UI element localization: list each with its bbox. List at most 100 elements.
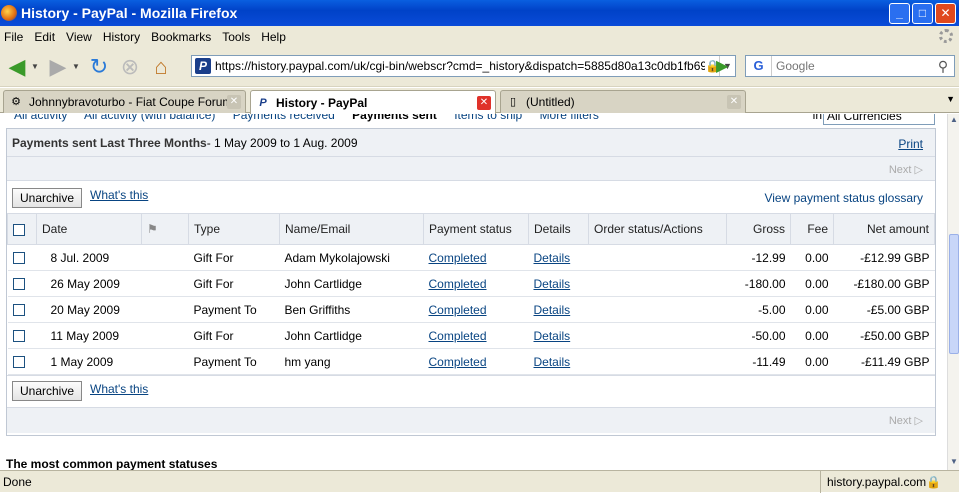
subnav-all-activity[interactable]: All activity <box>14 114 67 122</box>
row-type: Payment To <box>188 296 280 323</box>
minimize-button[interactable]: _ <box>889 2 910 24</box>
close-tab-icon[interactable]: ✕ <box>227 95 241 109</box>
col-name-email[interactable]: Name/Email <box>279 213 424 245</box>
row-flag <box>141 244 189 271</box>
whats-this-link-top[interactable]: What's this <box>90 188 148 202</box>
url-text[interactable]: https://history.paypal.com/uk/cgi-bin/we… <box>215 59 705 73</box>
row-order-status <box>588 348 727 375</box>
menu-file[interactable]: File <box>0 30 30 44</box>
activity-subnav: All activity All activity (with balance)… <box>14 114 613 122</box>
menu-view[interactable]: View <box>62 30 99 44</box>
menu-help[interactable]: Help <box>257 30 293 44</box>
tab-history-paypal[interactable]: P History - PayPal ✕ <box>250 90 496 114</box>
next-page-link-bottom[interactable]: Next ▷ <box>889 414 923 427</box>
row-details-link[interactable]: Details <box>534 355 571 369</box>
scroll-up-icon[interactable]: ▲ <box>948 115 959 127</box>
search-engine-icon[interactable]: G <box>746 56 772 76</box>
page-content: All activity All activity (with balance)… <box>0 114 947 470</box>
menu-bookmarks[interactable]: Bookmarks <box>147 30 218 44</box>
row-status-link[interactable]: Completed <box>429 303 487 317</box>
row-date: 20 May 2009 <box>36 296 142 323</box>
page-scrollbar[interactable]: ▲ ▼ <box>947 114 959 470</box>
tab-fiat-coupe-forum[interactable]: ⚙ Johnnybravoturbo - Fiat Coupe Forum ✕ <box>3 90 246 113</box>
col-order-status: Order status/Actions <box>588 213 727 245</box>
row-status-link[interactable]: Completed <box>429 329 487 343</box>
row-details-link[interactable]: Details <box>534 251 571 265</box>
payments-panel: Payments sent Last Three Months - 1 May … <box>6 128 936 436</box>
row-select-cell <box>7 244 37 271</box>
col-payment-status[interactable]: Payment status <box>423 213 529 245</box>
row-net: -£5.00 GBP <box>833 296 935 323</box>
row-net: -£11.49 GBP <box>833 348 935 375</box>
currency-select[interactable]: All Currencies <box>823 114 935 125</box>
unarchive-button-top[interactable]: Unarchive <box>12 188 83 208</box>
maximize-button[interactable]: □ <box>912 2 933 24</box>
tab-untitled[interactable]: ▯ (Untitled) ✕ <box>500 90 746 113</box>
row-status-link[interactable]: Completed <box>429 251 487 265</box>
row-details-link[interactable]: Details <box>534 277 571 291</box>
row-type: Gift For <box>188 270 280 297</box>
go-arrow-icon[interactable]: ▶ <box>716 56 728 76</box>
back-arrow-icon[interactable]: ◀ <box>3 53 31 81</box>
home-icon[interactable]: ⌂ <box>147 53 175 81</box>
search-input[interactable] <box>772 57 932 75</box>
whats-this-link-bottom[interactable]: What's this <box>90 382 148 396</box>
row-name: hm yang <box>279 348 424 375</box>
next-label: Next <box>888 164 912 176</box>
scroll-down-icon[interactable]: ▼ <box>948 457 959 469</box>
reload-icon[interactable]: ↻ <box>85 53 113 81</box>
row-gross: -50.00 <box>726 322 791 349</box>
close-tab-icon[interactable]: ✕ <box>477 95 491 110</box>
row-type: Payment To <box>188 348 280 375</box>
row-details-link[interactable]: Details <box>534 329 571 343</box>
close-window-button[interactable]: ✕ <box>935 2 956 24</box>
menu-history[interactable]: History <box>99 30 147 44</box>
row-date: 8 Jul. 2009 <box>36 244 142 271</box>
search-icon[interactable]: ⚲ <box>932 58 954 75</box>
row-checkbox[interactable] <box>12 252 25 265</box>
select-all-checkbox[interactable] <box>13 223 25 236</box>
unarchive-button-bottom[interactable]: Unarchive <box>12 381 83 401</box>
col-details: Details <box>528 213 589 245</box>
subnav-all-activity-balance[interactable]: All activity (with balance) <box>84 114 215 122</box>
subnav-items-to-ship[interactable]: Items to ship <box>454 114 522 122</box>
back-history-dropdown-icon[interactable]: ▼ <box>31 62 41 71</box>
row-net: -£50.00 GBP <box>833 322 935 349</box>
print-link[interactable]: Print <box>898 137 923 151</box>
col-net-amount[interactable]: Net amount <box>833 213 935 245</box>
forum-icon: ⚙ <box>11 96 21 108</box>
subnav-more-filters[interactable]: More filters <box>540 114 599 122</box>
col-fee[interactable]: Fee <box>790 213 834 245</box>
menu-edit[interactable]: Edit <box>30 30 62 44</box>
row-status-link[interactable]: Completed <box>429 277 487 291</box>
forward-history-dropdown-icon[interactable]: ▼ <box>72 62 82 71</box>
col-gross[interactable]: Gross <box>726 213 791 245</box>
menu-tools[interactable]: Tools <box>218 30 257 44</box>
close-tab-icon[interactable]: ✕ <box>727 95 741 109</box>
stop-icon[interactable]: ⊗ <box>116 53 144 81</box>
row-checkbox[interactable] <box>12 278 25 291</box>
row-fee: 0.00 <box>790 244 834 271</box>
row-checkbox[interactable] <box>12 304 25 317</box>
row-select-cell <box>7 270 37 297</box>
col-type[interactable]: Type <box>188 213 280 245</box>
col-date[interactable]: Date <box>36 213 142 245</box>
row-details-link[interactable]: Details <box>534 303 571 317</box>
url-bar[interactable]: P https://history.paypal.com/uk/cgi-bin/… <box>191 55 736 77</box>
list-all-tabs-icon[interactable]: ▼ <box>946 94 955 104</box>
row-fee: 0.00 <box>790 270 834 297</box>
scrollbar-thumb[interactable] <box>949 234 959 354</box>
subnav-payments-sent[interactable]: Payments sent <box>352 114 437 122</box>
common-statuses-heading: The most common payment statuses <box>6 457 218 470</box>
next-page-link-top[interactable]: Next ▷ <box>889 163 923 176</box>
row-gross: -5.00 <box>726 296 791 323</box>
forward-arrow-icon[interactable]: ▶ <box>44 53 72 81</box>
payment-status-glossary-link[interactable]: View payment status glossary <box>764 191 923 205</box>
tab-label: (Untitled) <box>526 95 575 109</box>
subnav-payments-received[interactable]: Payments received <box>233 114 335 122</box>
secure-lock-icon[interactable]: 🔒 <box>926 475 941 489</box>
row-status-link[interactable]: Completed <box>429 355 487 369</box>
row-type: Gift For <box>188 244 280 271</box>
row-checkbox[interactable] <box>12 330 25 343</box>
row-checkbox[interactable] <box>12 356 25 369</box>
